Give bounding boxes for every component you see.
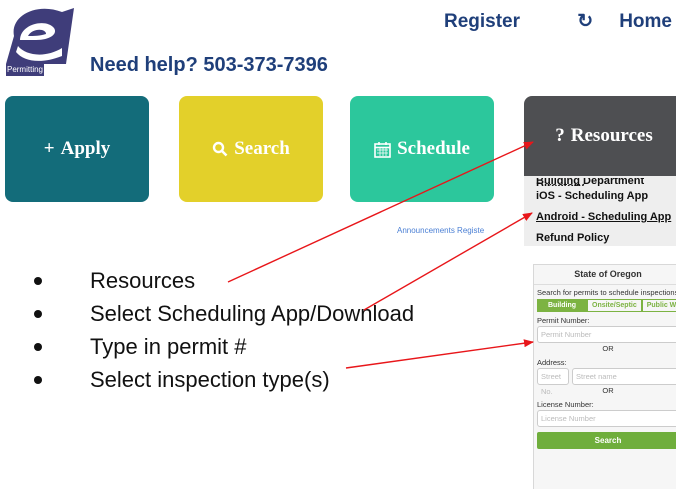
tab-building[interactable]: Building	[537, 299, 587, 312]
instruction-list: Resources Select Scheduling App/Download…	[34, 264, 414, 396]
instruction-item: Select inspection type(s)	[34, 363, 414, 396]
permit-number-label: Permit Number:	[537, 316, 590, 325]
menu-item-refund-policy[interactable]: Refund Policy	[536, 228, 676, 249]
form-description: Search for permits to schedule inspectio…	[537, 288, 676, 297]
address-label: Address:	[537, 358, 567, 367]
street-number-input[interactable]: Street No.	[537, 368, 569, 396]
schedule-tile[interactable]: Schedule	[350, 96, 494, 202]
menu-item-directory[interactable]: Building Department Directory	[536, 178, 676, 186]
permit-number-input[interactable]: Permit Number	[537, 326, 676, 343]
permitting-badge: Permitting	[6, 64, 44, 76]
or-divider: OR	[602, 386, 614, 395]
register-link[interactable]: Register	[444, 11, 520, 32]
plus-icon: +	[43, 138, 55, 159]
search-button[interactable]: Search	[537, 432, 676, 449]
address-row: Street No. Street name	[537, 368, 676, 396]
eplans-logo[interactable]: Permitting	[6, 6, 76, 80]
license-number-input[interactable]: License Number	[537, 410, 676, 427]
apply-label: Apply	[60, 138, 111, 159]
menu-item-ios-app[interactable]: iOS - Scheduling App	[536, 186, 676, 207]
scheduling-app-form: State of Oregon Search for permits to sc…	[533, 264, 676, 489]
refresh-icon: ↻	[577, 11, 594, 32]
license-number-label: License Number:	[537, 400, 594, 409]
tab-onsite-septic[interactable]: Onsite/Septic	[587, 299, 642, 312]
home-label: Home	[619, 11, 672, 32]
tab-public-works[interactable]: Public Wo	[641, 299, 676, 312]
or-divider: OR	[602, 344, 614, 353]
search-tile[interactable]: Search	[179, 96, 323, 202]
permit-type-tabs: Building Onsite/Septic Public Wo	[537, 299, 676, 312]
help-phone: Need help? 503-373-7396	[90, 54, 328, 76]
resources-dropdown: Building Department Directory iOS - Sche…	[524, 176, 676, 246]
menu-item-android-app[interactable]: Android - Scheduling App	[536, 207, 676, 228]
schedule-label: Schedule	[397, 138, 470, 159]
search-label: Search	[234, 138, 290, 159]
instruction-item: Select Scheduling App/Download	[34, 297, 414, 330]
sub-links[interactable]: Announcements Registe	[397, 226, 484, 235]
search-icon	[213, 141, 228, 157]
instruction-item: Type in permit #	[34, 330, 414, 363]
question-icon: ?	[555, 125, 565, 146]
calendar-icon	[374, 141, 391, 158]
form-title: State of Oregon	[534, 265, 676, 285]
apply-tile[interactable]: + Apply	[5, 96, 149, 202]
home-link[interactable]: ↻ Home	[551, 11, 672, 32]
resources-label: Resources	[570, 125, 653, 146]
street-name-input[interactable]: Street name	[572, 368, 676, 385]
top-nav: Register ↻ Home	[418, 10, 672, 33]
resources-tile[interactable]: ? Resources	[524, 96, 676, 176]
instruction-item: Resources	[34, 264, 414, 297]
e-logo-icon	[6, 8, 74, 64]
